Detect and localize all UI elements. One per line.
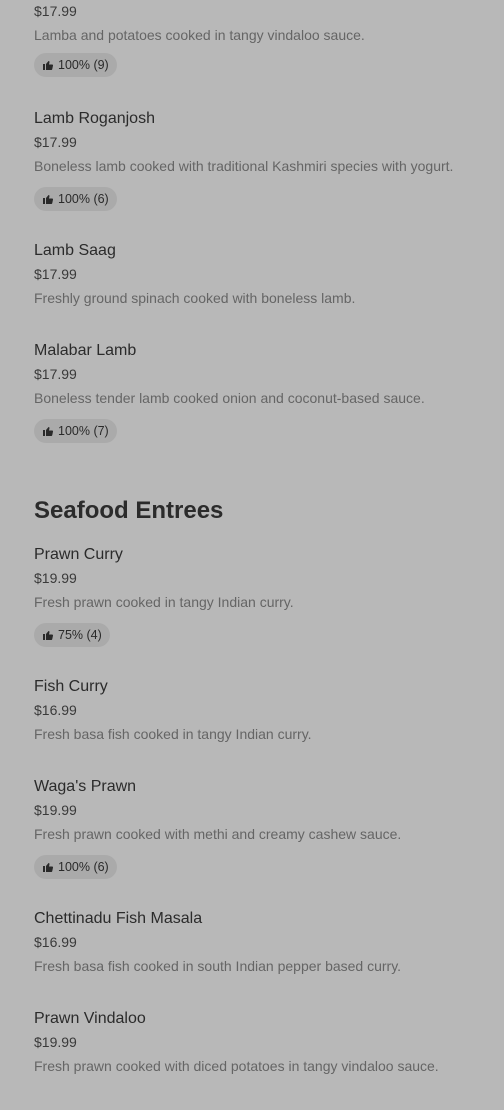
rating-text: 100% (6) [58, 192, 109, 206]
item-description: Boneless tender lamb cooked onion and co… [34, 390, 425, 406]
item-description: Lamba and potatoes cooked in tangy vinda… [34, 27, 365, 43]
rating-badge: 100% (9) [34, 53, 117, 77]
item-price: $17.99 [34, 366, 77, 382]
thumbs-up-icon [42, 425, 54, 437]
thumbs-up-icon [42, 193, 54, 205]
item-price: $17.99 [34, 3, 77, 19]
section-title-seafood: Seafood Entrees [34, 497, 224, 524]
rating-badge: 100% (7) [34, 419, 117, 443]
item-price: $16.99 [34, 934, 77, 950]
item-name: Fish Curry [34, 678, 108, 695]
item-price: $17.99 [34, 266, 77, 282]
item-name: Waga's Prawn [34, 778, 137, 795]
rating-text: 100% (6) [58, 860, 109, 874]
item-name: Prawn Curry [34, 546, 123, 563]
item-name: Prawn Vindaloo [34, 1010, 146, 1027]
rating-text: 100% (9) [58, 58, 109, 72]
rating-badge: 100% (6) [34, 187, 117, 211]
item-price: $19.99 [34, 570, 77, 586]
item-name: Lamb Roganjosh [34, 110, 155, 127]
thumbs-up-icon [42, 861, 54, 873]
item-description: Fresh basa fish cooked in south Indian p… [34, 958, 402, 974]
item-description: Boneless lamb cooked with traditional Ka… [34, 158, 454, 174]
rating-text: 100% (7) [58, 424, 109, 438]
item-price: $16.99 [34, 702, 77, 718]
item-name: Malabar Lamb [34, 342, 137, 359]
item-description: Fresh basa fish cooked in tangy Indian c… [34, 726, 312, 742]
rating-badge: 75% (4) [34, 623, 110, 647]
item-description: Fresh prawn cooked in tangy Indian curry… [34, 594, 294, 610]
item-price: $19.99 [34, 1034, 77, 1050]
rating-text: 75% (4) [58, 628, 102, 642]
item-description: Fresh prawn cooked with diced potatoes i… [34, 1058, 439, 1074]
item-price: $17.99 [34, 134, 77, 150]
item-description: Freshly ground spinach cooked with bonel… [34, 290, 356, 306]
item-price: $19.99 [34, 802, 77, 818]
item-description: Fresh prawn cooked with methi and creamy… [34, 826, 402, 842]
item-name: Lamb Saag [34, 242, 116, 259]
rating-badge: 100% (6) [34, 855, 117, 879]
item-name: Chettinadu Fish Masala [34, 910, 203, 927]
thumbs-up-icon [42, 59, 54, 71]
thumbs-up-icon [42, 629, 54, 641]
